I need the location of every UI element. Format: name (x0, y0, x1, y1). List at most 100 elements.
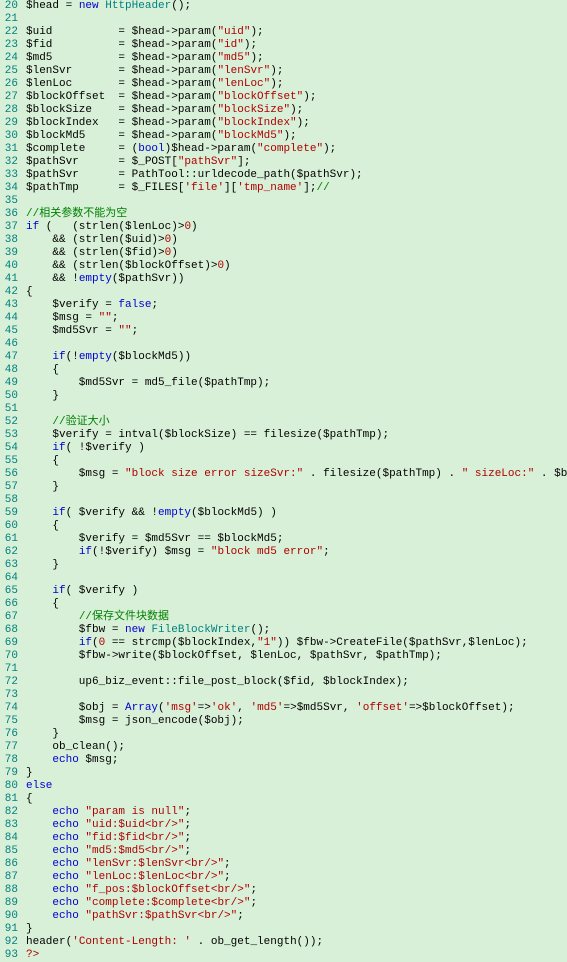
line-number: 25 (2, 65, 18, 78)
code-token: "block size error sizeSvr:" (125, 468, 303, 480)
code-token: ); (297, 117, 310, 129)
line-number: 47 (2, 351, 18, 364)
code-token (79, 884, 86, 896)
code-line: ?> (26, 949, 567, 962)
code-token: "complete" (257, 143, 323, 155)
code-token: ); (250, 52, 263, 64)
code-line: else (26, 780, 567, 793)
code-token: ; (250, 897, 257, 909)
code-line: //相关参数不能为空 (26, 208, 567, 221)
code-token: if (79, 637, 92, 649)
code-token: ) (171, 234, 178, 246)
code-token: ($blockMd5) ) (191, 507, 277, 519)
line-number: 36 (2, 208, 18, 221)
code-token: "lenSvr:$lenSvr<br/>" (85, 858, 224, 870)
code-token: . $blockSize; (534, 468, 567, 480)
code-token: ]; (237, 156, 250, 168)
line-number: 57 (2, 481, 18, 494)
code-token: up6_biz_event::file_post_block($fid, $bl… (26, 676, 409, 688)
line-number: 79 (2, 767, 18, 780)
code-token (26, 637, 79, 649)
code-token: ; (250, 884, 257, 896)
code-line: if( $verify ) (26, 585, 567, 598)
code-line: ob_clean(); (26, 741, 567, 754)
line-number: 31 (2, 143, 18, 156)
line-number: 45 (2, 325, 18, 338)
code-token (26, 442, 52, 454)
code-token: )$head->param( (165, 143, 257, 155)
code-token (26, 871, 52, 883)
line-number: 32 (2, 156, 18, 169)
code-token: "uid:$uid<br/>" (85, 819, 184, 831)
code-token: } (26, 481, 59, 493)
code-token: ; (184, 845, 191, 857)
line-number: 29 (2, 117, 18, 130)
code-token: empty (158, 507, 191, 519)
code-token: //保存文件块数据 (79, 611, 169, 623)
code-token: $fbw = (26, 624, 125, 636)
code-line: $fbw->write($blockOffset, $lenLoc, $path… (26, 650, 567, 663)
code-line (26, 338, 567, 351)
code-token (26, 507, 52, 519)
code-token: $lenLoc = $head->param( (26, 78, 217, 90)
line-number: 41 (2, 273, 18, 286)
code-line: echo "uid:$uid<br/>"; (26, 819, 567, 832)
code-token: 'offset' (356, 702, 409, 714)
code-token: "block md5 error" (211, 546, 323, 558)
code-token: . ob_get_length()); (191, 936, 323, 948)
code-line (26, 195, 567, 208)
code-token: ob_clean(); (26, 741, 125, 753)
line-number: 77 (2, 741, 18, 754)
code-token: $md5Svr = (26, 325, 118, 337)
line-number: 81 (2, 793, 18, 806)
code-line: } (26, 923, 567, 936)
code-token: ) (191, 221, 198, 233)
code-token: echo (52, 754, 78, 766)
code-token: $verify = (26, 299, 118, 311)
code-token: " sizeLoc:" (462, 468, 535, 480)
code-token: $blockOffset = $head->param( (26, 91, 217, 103)
code-token: ( (92, 637, 99, 649)
code-token: echo (52, 806, 78, 818)
code-token (26, 897, 52, 909)
line-number: 73 (2, 689, 18, 702)
code-line: $pathSvr = PathTool::urldecode_path($pat… (26, 169, 567, 182)
code-line: $blockSize = $head->param("blockSize"); (26, 104, 567, 117)
line-number: 85 (2, 845, 18, 858)
code-token: if (79, 546, 92, 558)
code-token: , (237, 702, 250, 714)
code-token: ]; (303, 182, 316, 194)
code-token: =>$blockOffset); (409, 702, 515, 714)
code-token: 'tmp_name' (237, 182, 303, 194)
code-token: ; (184, 832, 191, 844)
line-number: 55 (2, 455, 18, 468)
code-token: echo (52, 884, 78, 896)
code-token: ); (303, 91, 316, 103)
code-token: } (26, 559, 59, 571)
code-token (26, 351, 52, 363)
line-number: 89 (2, 897, 18, 910)
line-number: 78 (2, 754, 18, 767)
code-line: if( $verify && !empty($blockMd5) ) (26, 507, 567, 520)
line-number: 64 (2, 572, 18, 585)
code-token (26, 416, 52, 428)
code-token: ); (290, 104, 303, 116)
code-line: $msg = ""; (26, 312, 567, 325)
code-token: => (198, 702, 211, 714)
code-line: $md5 = $head->param("md5"); (26, 52, 567, 65)
code-line: echo "f_pos:$blockOffset<br/>"; (26, 884, 567, 897)
code-area[interactable]: $head = new HttpHeader();$uid = $head->p… (22, 0, 567, 962)
code-token: ?> (26, 949, 39, 961)
code-line: { (26, 793, 567, 806)
code-token: "" (118, 325, 131, 337)
line-number: 86 (2, 858, 18, 871)
code-line: if(!$verify) $msg = "block md5 error"; (26, 546, 567, 559)
code-line: $verify = false; (26, 299, 567, 312)
code-token: ; (224, 871, 231, 883)
code-token (26, 611, 79, 623)
code-line: && (strlen($fid)>0) (26, 247, 567, 260)
code-token: Array (125, 702, 158, 714)
code-token (26, 858, 52, 870)
code-token: { (26, 286, 33, 298)
code-token: . filesize($pathTmp) . (303, 468, 461, 480)
